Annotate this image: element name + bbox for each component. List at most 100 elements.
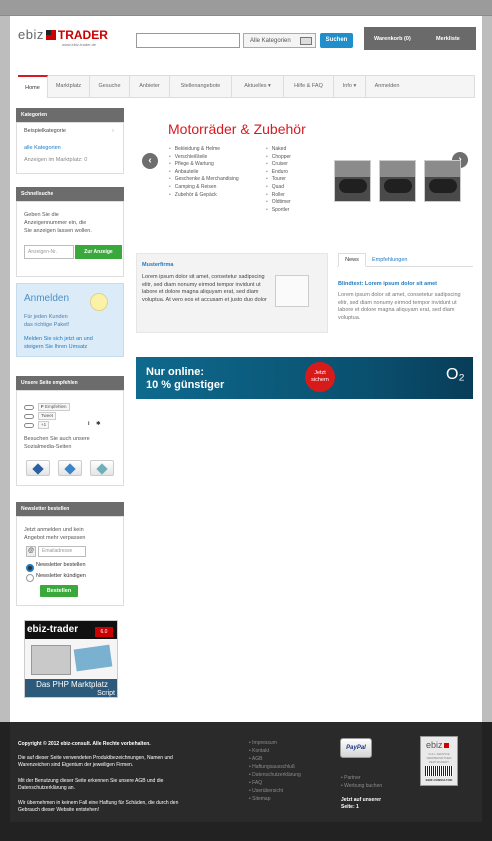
tab-news[interactable]: News: [338, 253, 366, 267]
subcategory-item[interactable]: Enduro: [266, 169, 291, 177]
unsubscribe-label: Newsletter kündigen: [36, 573, 86, 579]
footer-p2-2: Datenschutzerklärung an.: [18, 785, 75, 791]
company-logo-placeholder-icon[interactable]: [275, 275, 309, 307]
news-title-link[interactable]: Blindtext: Lorem ipsum dolor sit amet: [338, 281, 437, 287]
tab-empfehlungen[interactable]: Empfehlungen: [372, 253, 407, 267]
carousel-prev-icon[interactable]: ‹: [142, 153, 158, 169]
subcategory-item[interactable]: Verschleißteile: [169, 154, 239, 162]
nav-anmelden[interactable]: Anmelden: [366, 75, 408, 98]
nav-marktplatz[interactable]: Marktplatz: [48, 75, 90, 98]
wishlist-link[interactable]: Merkliste: [436, 36, 460, 42]
nav-gesuche[interactable]: Gesuche: [90, 75, 130, 98]
email-icon: @: [26, 546, 36, 557]
footer-link-faq[interactable]: FAQ: [249, 779, 301, 787]
banner-line-2: 10 % günstiger: [146, 379, 225, 391]
facebook-like-button[interactable]: F Empfehlen: [38, 403, 70, 411]
footer-link-werbung[interactable]: Werbung buchen: [341, 782, 382, 790]
motorcycle-thumbnail-2[interactable]: [379, 160, 416, 202]
nav-home[interactable]: Home: [18, 75, 48, 98]
info-icon[interactable]: i: [88, 421, 90, 429]
motorcycle-thumbnail-3[interactable]: [424, 160, 461, 202]
register-link-1[interactable]: Melden Sie sich jetzt an und: [24, 336, 93, 344]
subcategory-item[interactable]: Geschenke & Merchandising: [169, 176, 239, 184]
login-text-2: das richtige Paket!: [24, 322, 70, 328]
o2-logo: O₂: [446, 366, 465, 383]
subcategory-item[interactable]: Cruiser: [266, 161, 291, 169]
subcategory-item[interactable]: Anbauteile: [169, 169, 239, 177]
footer-link-impressum[interactable]: Impressum: [249, 739, 301, 747]
category-title[interactable]: Motorräder & Zubehör: [168, 121, 306, 137]
login-title[interactable]: Anmelden: [24, 293, 69, 305]
all-categories-link[interactable]: alle Kategorien: [24, 145, 61, 153]
plusone-button[interactable]: +1: [38, 421, 50, 429]
footer-link-datenschutz[interactable]: Datenschutzerklärung: [249, 771, 301, 779]
footer-link-haftung[interactable]: Haftungsausschluß: [249, 763, 301, 771]
toggle-google-icon[interactable]: [24, 423, 34, 428]
tweet-button[interactable]: Tweet: [38, 412, 57, 420]
motorcycle-thumbnail-1[interactable]: [334, 160, 371, 202]
banner-line-1: Nur online:: [146, 366, 205, 378]
subscribe-radio[interactable]: [26, 564, 34, 572]
search-input[interactable]: [136, 33, 240, 48]
social-header: Unsere Seite empfehlen: [16, 376, 124, 390]
footer-link-kontakt[interactable]: Kontakt: [249, 747, 301, 755]
paypal-logo[interactable]: PayPal: [340, 738, 372, 758]
category-select[interactable]: Alle Kategorien: [243, 33, 316, 48]
footer-p3-1: Wir übernehmen in keinem Fall eine Haftu…: [18, 800, 179, 806]
subcategory-item[interactable]: Pflege & Wartung: [169, 161, 239, 169]
seal-barcode-icon: [425, 766, 453, 776]
listing-number-input[interactable]: Anzeigen-Nr.: [24, 245, 74, 259]
social-text-2: Sozialmedia-Seiten: [24, 444, 72, 450]
social-link-2[interactable]: [58, 460, 82, 476]
subcategory-item[interactable]: Camping & Reisen: [169, 184, 239, 192]
register-link-2[interactable]: steigern Sie Ihren Umsatz: [24, 344, 87, 352]
footer-p3-2: Gebrauch dieser Website entstehen!: [18, 807, 100, 813]
subcategory-item[interactable]: Roller: [266, 192, 291, 200]
badge-line-2: sichern: [311, 376, 329, 383]
subcategory-item[interactable]: Chopper: [266, 154, 291, 162]
ad-tagline: Das PHP Marktplatz Script: [25, 679, 117, 697]
site-logo[interactable]: ebiz TRADER: [18, 27, 108, 42]
toggle-facebook-icon[interactable]: [24, 405, 34, 410]
seal-line-3: ZERTIFIZIERT: [429, 760, 449, 764]
nav-hilfe-faq[interactable]: Hilfe & FAQ: [284, 75, 334, 98]
subcategory-item[interactable]: Sportler: [266, 207, 291, 215]
subcategory-item[interactable]: Naked: [266, 146, 291, 154]
toggle-twitter-icon[interactable]: [24, 414, 34, 419]
subcategory-list-right: Naked Chopper Cruiser Enduro Tourer Quad…: [266, 146, 291, 214]
unsubscribe-radio[interactable]: [26, 574, 34, 582]
news-text: Lorem ipsum dolor sit amet, consetetur s…: [338, 292, 461, 322]
social-link-1[interactable]: [26, 460, 50, 476]
cart-link[interactable]: Warenkorb (0): [374, 36, 411, 42]
footer-link-agb[interactable]: AGB: [249, 755, 301, 763]
footer-links-2: Partner Werbung buchen: [341, 774, 382, 790]
newsletter-submit-button[interactable]: Bestellen: [40, 585, 78, 597]
company-description: Lorem ipsum dolor sit amet, consetetur s…: [142, 274, 267, 304]
banner-cta-badge[interactable]: Jetzt sichern: [305, 362, 335, 392]
footer-link-users[interactable]: Userübersicht: [249, 787, 301, 795]
category-item[interactable]: Beispielkategorie: [24, 128, 66, 136]
subcategory-item[interactable]: Bekleidung & Helme: [169, 146, 239, 154]
newsletter-email-input[interactable]: Emailadresse: [38, 546, 86, 557]
subcategory-item[interactable]: Zubehör & Gepäck: [169, 192, 239, 200]
subcategory-item[interactable]: Oldtimer: [266, 199, 291, 207]
search-button[interactable]: Suchen: [320, 33, 353, 48]
subcategory-item[interactable]: Quad: [266, 184, 291, 192]
quicksearch-text-2: Anzeigennummer ein, die: [24, 220, 87, 226]
seal-brand: ebiz: [421, 737, 457, 750]
ebiz-trader-ad[interactable]: ebiz-trader 6.0 Das PHP Marktplatz Script: [24, 620, 118, 698]
company-name-link[interactable]: Musterfirma: [142, 262, 173, 268]
gear-icon[interactable]: ✱: [96, 421, 101, 429]
subcategory-item[interactable]: Tourer: [266, 176, 291, 184]
goto-listing-button[interactable]: Zur Anzeige: [75, 245, 122, 259]
ad-tagline-2: Script: [97, 690, 115, 697]
partner-seal[interactable]: ebiz FULL SERVICE WERBEPARTNER ZERTIFIZI…: [420, 736, 458, 786]
nav-anbieter[interactable]: Anbieter: [130, 75, 170, 98]
like-label: Empfehlen: [45, 404, 67, 409]
nav-aktuelles[interactable]: Aktuelles ▾: [232, 75, 284, 98]
footer-link-partner[interactable]: Partner: [341, 774, 382, 782]
footer-link-sitemap[interactable]: Sitemap: [249, 795, 301, 803]
nav-stellenangebote[interactable]: Stellenangebote: [170, 75, 232, 98]
social-link-3[interactable]: [90, 460, 114, 476]
nav-info[interactable]: Info ▾: [334, 75, 366, 98]
